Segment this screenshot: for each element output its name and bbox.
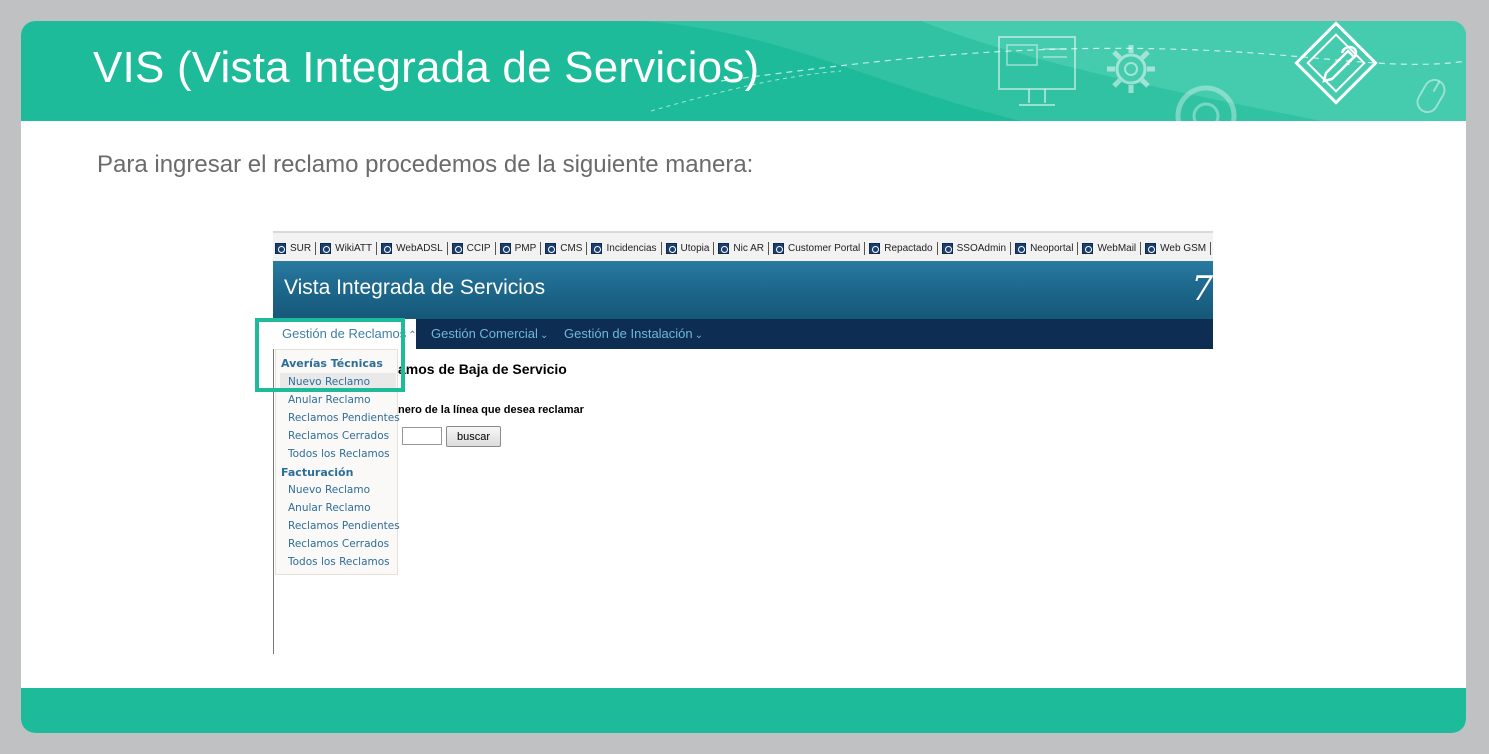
line-number-label: nero de la línea que desea reclamar	[398, 404, 584, 416]
globe-icon	[718, 243, 730, 254]
line-number-input[interactable]	[402, 427, 442, 445]
menu-item-nuevo-reclamo-facturacion[interactable]: Nuevo Reclamo	[288, 484, 370, 496]
bookmark-label: Web GSM	[1160, 243, 1207, 254]
gear-icon	[1107, 45, 1155, 93]
bookmark-pmp[interactable]: PMP	[499, 242, 542, 255]
globe-icon	[275, 243, 286, 254]
bookmark-label: WebMail	[1097, 243, 1137, 254]
bookmarks-list: SUR WikiATT WebADSL CCIP PMP CMS Incidencias Ut…	[275, 242, 1213, 255]
app-banner: Vista Integrada de Servicios 7	[273, 261, 1213, 319]
bookmark-wikiatt[interactable]: WikiATT	[320, 242, 378, 255]
dropdown-group-facturacion: Facturación	[281, 466, 354, 479]
globe-icon	[772, 243, 784, 254]
globe-icon	[869, 243, 881, 254]
menu-item-todos-reclamos-facturacion[interactable]: Todos los Reclamos	[288, 556, 390, 568]
bookmark-label: SSOAdmin	[956, 243, 1007, 254]
globe-icon	[451, 243, 463, 254]
bookmark-label: WebADSL	[396, 243, 443, 254]
bookmark-ccip[interactable]: CCIP	[451, 242, 496, 255]
bookmark-cms[interactable]: CMS	[545, 242, 588, 255]
slide-footer	[21, 688, 1466, 733]
bookmark-webadsl[interactable]: WebADSL	[381, 242, 448, 255]
nav-gestion-comercial[interactable]: Gestión Comercial ⌄	[431, 326, 548, 341]
app-title: Vista Integrada de Servicios	[284, 276, 546, 299]
globe-icon	[1145, 243, 1157, 254]
bookmark-web-gsm[interactable]: Web GSM	[1145, 242, 1212, 255]
bookmark-label: WikiATT	[335, 243, 373, 254]
bookmark-sur[interactable]: SUR	[275, 242, 317, 255]
bookmark-label: Nic AR	[733, 243, 764, 254]
large-gear-icon	[1175, 85, 1237, 121]
menu-item-anular-reclamo-averias[interactable]: Anular Reclamo	[288, 394, 371, 406]
chevron-up-icon: ⌃	[408, 330, 417, 341]
bookmark-neoportal[interactable]: Neoportal	[1015, 242, 1079, 255]
buscar-button[interactable]: buscar	[446, 426, 501, 447]
embedded-screenshot: SUR WikiATT WebADSL CCIP PMP CMS Incidencias Ut…	[273, 231, 1213, 654]
menu-item-reclamos-pendientes-facturacion[interactable]: Reclamos Pendientes	[288, 520, 400, 532]
bookmark-customer-portal[interactable]: Customer Portal	[772, 242, 866, 255]
bookmarks-bar: SUR WikiATT WebADSL CCIP PMP CMS Incidencias Ut…	[273, 231, 1213, 263]
bookmark-label: Customer Portal	[787, 243, 861, 254]
nav-label: Gestión Comercial	[431, 326, 538, 341]
menu-item-reclamos-cerrados-facturacion[interactable]: Reclamos Cerrados	[288, 538, 389, 550]
slide-header: VIS (Vista Integrada de Servicios)	[21, 21, 1466, 121]
globe-icon	[320, 243, 332, 254]
bookmark-label: Incidencias	[606, 243, 657, 254]
nav-gestion-instalacion[interactable]: Gestión de Instalación ⌄	[564, 326, 703, 341]
chevron-down-icon: ⌄	[539, 330, 549, 341]
content-title: amos de Baja de Servicio	[398, 361, 567, 377]
monitor-icon	[998, 36, 1076, 106]
bookmark-label: CCIP	[466, 243, 491, 254]
chevron-down-icon: ⌄	[694, 330, 704, 341]
bookmark-incidencias[interactable]: Incidencias	[591, 242, 662, 255]
menu-item-reclamos-pendientes-averias[interactable]: Reclamos Pendientes	[288, 412, 400, 424]
bookmark-label: SUR	[290, 243, 312, 254]
bookmark-label: Repactado	[884, 243, 933, 254]
slide-title: VIS (Vista Integrada de Servicios)	[93, 43, 760, 92]
globe-icon	[1015, 243, 1027, 254]
main-nav: Gestión de Reclamos ⌃ Gestión Comercial ⌄ …	[273, 319, 1213, 349]
mouse-icon	[1416, 78, 1446, 114]
intro-text: Para ingresar el reclamo procedemos de l…	[97, 151, 754, 178]
menu-item-anular-reclamo-facturacion[interactable]: Anular Reclamo	[288, 502, 371, 514]
bookmark-label: Utopia	[680, 243, 710, 254]
globe-icon	[665, 243, 677, 254]
globe-icon	[941, 243, 953, 254]
bookmark-ssoadmin[interactable]: SSOAdmin	[941, 242, 1012, 255]
bookmark-label: Neoportal	[1030, 243, 1074, 254]
bookmark-utopia[interactable]: Utopia	[665, 242, 715, 255]
frame-left-border	[273, 349, 274, 654]
bookmark-repactado[interactable]: Repactado	[869, 242, 938, 255]
globe-icon	[381, 243, 393, 254]
slide: VIS (Vista Integrada de Servicios) Para …	[21, 21, 1466, 733]
menu-item-todos-reclamos-averias[interactable]: Todos los Reclamos	[288, 448, 390, 460]
bookmark-label: PMP	[514, 243, 537, 254]
menu-item-reclamos-cerrados-averias[interactable]: Reclamos Cerrados	[288, 430, 389, 442]
callout-highlight-box	[255, 318, 405, 392]
nav-label: Gestión de Instalación	[564, 326, 693, 341]
globe-icon	[545, 243, 557, 254]
globe-icon	[591, 243, 603, 254]
pencil-puzzle-icon	[1294, 21, 1378, 105]
bookmark-nic-ar[interactable]: Nic AR	[718, 242, 769, 255]
banner-logo: 7	[1191, 269, 1213, 309]
bookmark-label: CMS	[560, 243, 583, 254]
bookmark-webmail[interactable]: WebMail	[1082, 242, 1142, 255]
globe-icon	[1082, 243, 1094, 254]
globe-icon	[499, 243, 511, 254]
